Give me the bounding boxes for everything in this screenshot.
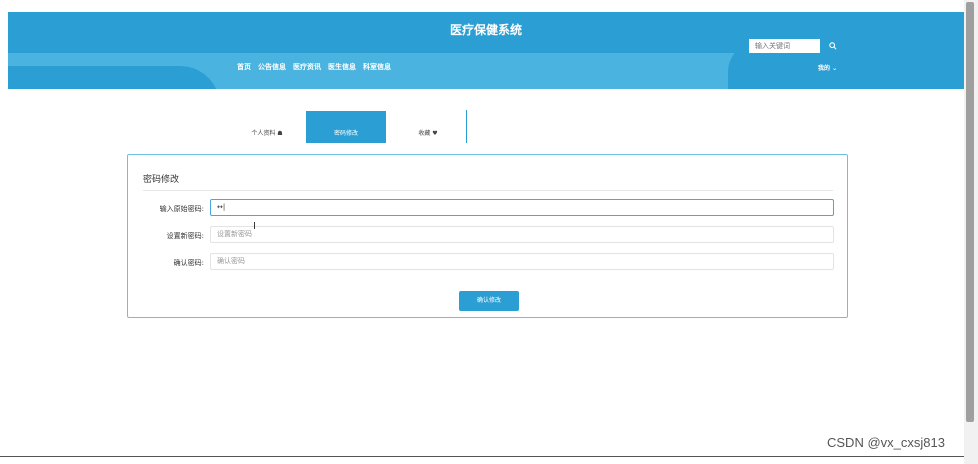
confirm-password-input[interactable]: 确认密码 xyxy=(210,253,834,270)
password-form-panel: 密码修改 输入原始密码: ↔| 设置新密码: 设置新密码 确认密码: 确认密码 … xyxy=(127,154,848,318)
tabs-divider xyxy=(466,110,467,143)
new-password-label: 设置新密码: xyxy=(166,232,204,240)
search-button[interactable] xyxy=(823,39,843,53)
nav-home[interactable]: 首页 xyxy=(237,62,251,72)
nav-doctors[interactable]: 医生信息 xyxy=(328,62,356,72)
text-cursor-icon: I xyxy=(253,221,256,232)
nav-medical-news[interactable]: 医疗资讯 xyxy=(293,62,321,72)
site-title: 医疗保健系统 xyxy=(449,23,522,37)
confirm-change-button[interactable]: 确认修改 xyxy=(459,291,519,311)
scrollbar-thumb[interactable] xyxy=(966,2,974,422)
new-password-input[interactable]: 设置新密码 xyxy=(210,226,834,243)
search-input[interactable] xyxy=(749,39,820,53)
confirm-password-label: 确认密码: xyxy=(173,259,204,267)
nav-announcements[interactable]: 公告信息 xyxy=(258,62,286,72)
tab-favorites[interactable]: 收藏 ♥ xyxy=(403,111,453,143)
search-icon xyxy=(829,41,837,50)
my-account-menu[interactable]: 我的 ⌄ xyxy=(818,63,837,72)
panel-divider xyxy=(143,190,833,191)
old-password-input[interactable]: ↔| xyxy=(210,199,834,216)
bottom-divider xyxy=(0,456,964,457)
old-password-label: 输入原始密码: xyxy=(159,205,204,213)
nav-departments[interactable]: 科室信息 xyxy=(363,62,391,72)
browser-top-strip xyxy=(0,0,978,12)
main-nav: 首页 公告信息 医疗资讯 医生信息 科室信息 xyxy=(237,62,391,72)
tab-personal-info[interactable]: 个人资料 ☗ xyxy=(235,111,299,143)
panel-title: 密码修改 xyxy=(143,175,180,185)
watermark: CSDN @vx_cxsj813 xyxy=(827,435,945,450)
tab-change-password[interactable]: 密码修改 xyxy=(306,111,386,143)
site-header: 医疗保健系统 首页 公告信息 医疗资讯 医生信息 科室信息 xyxy=(8,12,964,89)
header-curve-left xyxy=(8,66,220,89)
